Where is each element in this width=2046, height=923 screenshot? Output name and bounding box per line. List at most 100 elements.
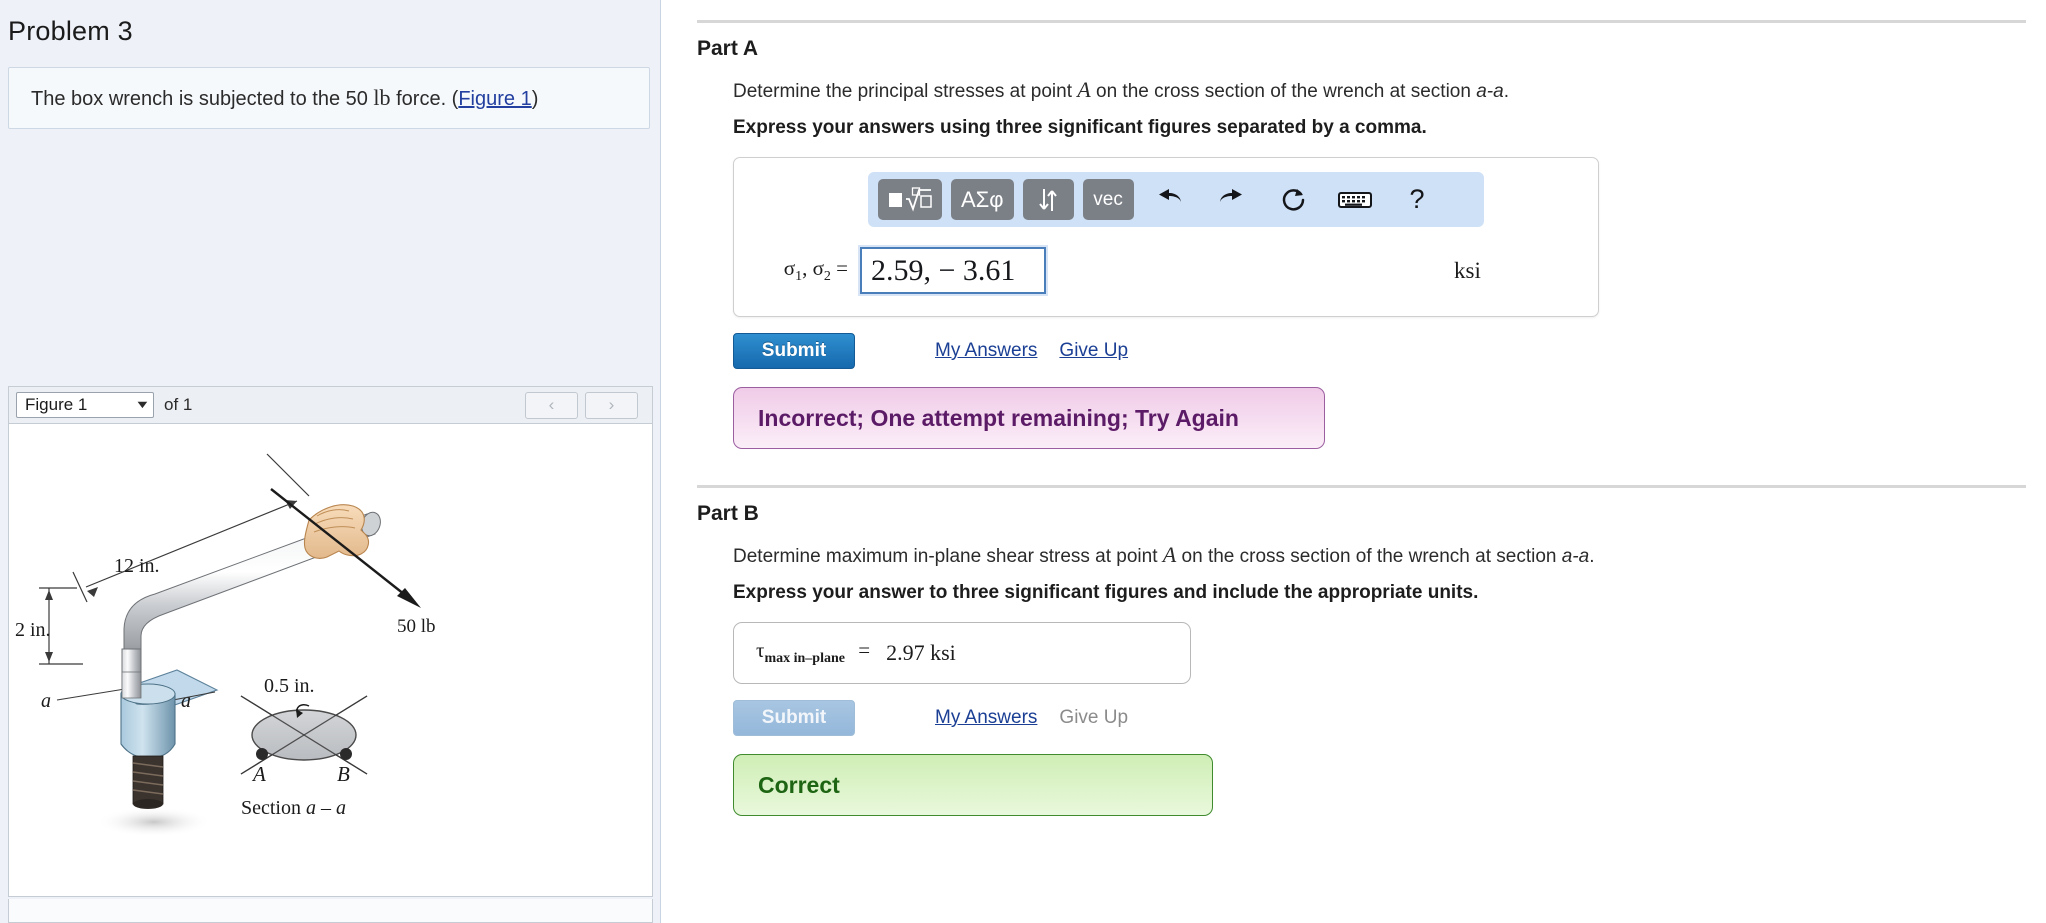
part-a-divider <box>697 20 2026 23</box>
part-a-submit-button[interactable]: Submit <box>733 333 855 369</box>
part-a-instruction: Express your answers using three signifi… <box>733 117 1427 138</box>
part-a-answer-input[interactable]: 2.59, − 3.61 <box>860 247 1046 294</box>
part-a-answer-card: ΑΣφ vec ? σ1, σ2 = 2.59, − 3.61 ksi <box>733 157 1599 317</box>
part-b-question: Determine maximum in-plane shear stress … <box>733 542 2026 568</box>
refresh-circular-arrow-icon <box>1282 189 1304 211</box>
chevron-down-icon: ▼ <box>134 399 151 411</box>
figure-1-link[interactable]: Figure 1 <box>458 88 531 110</box>
vector-label: vec <box>1093 188 1123 210</box>
figure-label-section-a-right: a <box>181 690 191 712</box>
part-a-submit-label: Submit <box>761 340 827 361</box>
part-a-answer-value: 2.59, − 3.61 <box>871 253 1016 287</box>
figure-toolbar: Figure 1 ▼ of 1 ‹ › <box>8 386 653 423</box>
equals-sign-b: = <box>858 638 871 663</box>
wrench-diagram-svg: 12 in. 2 in. 50 lb a a A B 0.5 in. Secti… <box>15 453 436 837</box>
part-b-question-mid: on the cross section of the wrench at se… <box>1176 546 1562 567</box>
part-b-feedback-correct: Correct <box>733 754 1213 816</box>
statement-text-pre: The box wrench is subjected to the 50 <box>31 88 374 110</box>
redo-arrow-icon <box>1219 189 1242 203</box>
part-b-question-pre: Determine maximum in-plane shear stress … <box>733 546 1163 567</box>
template-button[interactable] <box>878 179 942 220</box>
part-b-variable-label: τmax in–plane = <box>756 638 870 667</box>
part-a-section: Part A Determine the principal stresses … <box>661 20 2046 449</box>
page-title: Problem 3 <box>8 16 133 46</box>
part-b-my-answers-link[interactable]: My Answers <box>935 707 1037 729</box>
part-a-question: Determine the principal stresses at poin… <box>733 77 2026 103</box>
figure-label-0.5in: 0.5 in. <box>264 675 315 697</box>
part-a-give-up-link[interactable]: Give Up <box>1059 340 1128 362</box>
statement-unit: lb <box>373 85 391 110</box>
keyboard-icon[interactable] <box>1329 179 1382 220</box>
part-a-my-answers-link[interactable]: My Answers <box>935 340 1037 362</box>
figure-prev-button[interactable]: ‹ <box>525 391 578 419</box>
figure-label-2in: 2 in. <box>15 619 51 641</box>
reset-icon[interactable] <box>1267 179 1320 220</box>
figure-label-50lb: 50 lb <box>397 616 436 637</box>
problem-statement-text: The box wrench is subjected to the 50 lb… <box>31 82 538 114</box>
figure-label-section-a-left: a <box>41 690 51 712</box>
tau-subscript: max in–plane <box>764 651 845 667</box>
figure-next-button[interactable]: › <box>585 391 638 419</box>
part-b-point-var: A <box>1162 542 1177 567</box>
part-b-submit-label: Submit <box>761 707 827 728</box>
part-b-answer-card[interactable]: τmax in–plane = 2.97 ksi <box>733 622 1191 684</box>
part-b-submit-button[interactable]: Submit <box>733 700 855 736</box>
equals-sign-a: = <box>836 255 848 280</box>
problem-sidebar: Problem 3 The box wrench is subjected to… <box>0 0 661 923</box>
answer-panel: Part A Determine the principal stresses … <box>661 0 2046 923</box>
sqrt-template-icon <box>889 186 932 212</box>
part-a-submit-row: Submit My Answers Give Up <box>733 333 2026 369</box>
part-a-question-pre: Determine the principal stresses at poin… <box>733 81 1078 102</box>
statement-text-post: force. ( <box>390 88 459 110</box>
statement-text-close: ) <box>531 88 539 110</box>
math-input-toolbar: ΑΣφ vec ? <box>868 172 1484 227</box>
figure-viewer: Figure 1 ▼ of 1 ‹ › 12 in. 2 in. 50 lb a… <box>8 386 653 897</box>
part-a-question-mid: on the cross section of the wrench at se… <box>1090 81 1477 102</box>
up-down-arrows-icon <box>1039 188 1057 211</box>
help-question-mark: ? <box>1409 184 1425 214</box>
redo-icon[interactable] <box>1205 179 1258 220</box>
figure-caption-section: Section a – a <box>241 797 346 819</box>
part-b-give-up-link: Give Up <box>1059 707 1129 728</box>
help-icon[interactable]: ? <box>1391 179 1444 220</box>
part-b-submit-row: Submit My Answers Give Up <box>733 700 2026 736</box>
chevron-right-icon: › <box>608 395 615 414</box>
part-b-feedback-text: Correct <box>758 771 840 798</box>
part-a-variable-label: σ1, σ2 = <box>783 255 848 285</box>
sigma-1-symbol: σ <box>783 255 796 280</box>
keyboard-icon-glyph <box>1338 191 1373 208</box>
part-b-section-var: a-a <box>1561 546 1590 567</box>
figure-count-label: of 1 <box>164 395 193 414</box>
figure-image[interactable]: 12 in. 2 in. 50 lb a a A B 0.5 in. Secti… <box>8 423 653 897</box>
part-a-question-end: . <box>1503 81 1509 102</box>
part-b-question-end: . <box>1589 546 1595 567</box>
part-a-feedback-incorrect: Incorrect; One attempt remaining; Try Ag… <box>733 387 1325 449</box>
part-a-feedback-text: Incorrect; One attempt remaining; Try Ag… <box>758 404 1239 431</box>
part-a-answer-row: σ1, σ2 = 2.59, − 3.61 ksi <box>734 247 1598 294</box>
sigma-1-subscript: 1 <box>795 269 803 285</box>
figure-label-12in: 12 in. <box>114 555 160 577</box>
part-b-instruction: Express your answer to three significant… <box>733 582 1479 603</box>
chevron-left-icon: ‹ <box>548 395 555 414</box>
sigma-2-subscript: 2 <box>823 269 831 285</box>
figure-label-point-a: A <box>251 762 266 786</box>
part-a-section-var: a-a <box>1476 81 1504 102</box>
undo-arrow-icon <box>1158 189 1181 203</box>
part-b-section: Part B Determine maximum in-plane shear … <box>661 485 2046 816</box>
part-a-unit-label: ksi <box>1454 257 1481 283</box>
figure-footer-bar <box>8 899 653 923</box>
part-b-heading: Part B <box>697 502 759 525</box>
figure-select-value: Figure 1 <box>25 395 88 414</box>
greek-letters-button[interactable]: ΑΣφ <box>951 179 1014 220</box>
vector-button[interactable]: vec <box>1082 179 1134 220</box>
part-b-divider <box>697 485 2026 488</box>
part-b-answer-value: 2.97 ksi <box>886 640 956 665</box>
problem-statement-box: The box wrench is subjected to the 50 lb… <box>8 67 650 129</box>
part-a-point-var: A <box>1077 77 1091 102</box>
greek-letters-label: ΑΣφ <box>961 186 1004 212</box>
part-a-heading: Part A <box>697 37 759 60</box>
undo-icon[interactable] <box>1143 179 1196 220</box>
arrows-button[interactable] <box>1022 179 1074 220</box>
figure-select-dropdown[interactable]: Figure 1 ▼ <box>16 392 154 418</box>
sigma-2-symbol: σ <box>812 255 824 280</box>
